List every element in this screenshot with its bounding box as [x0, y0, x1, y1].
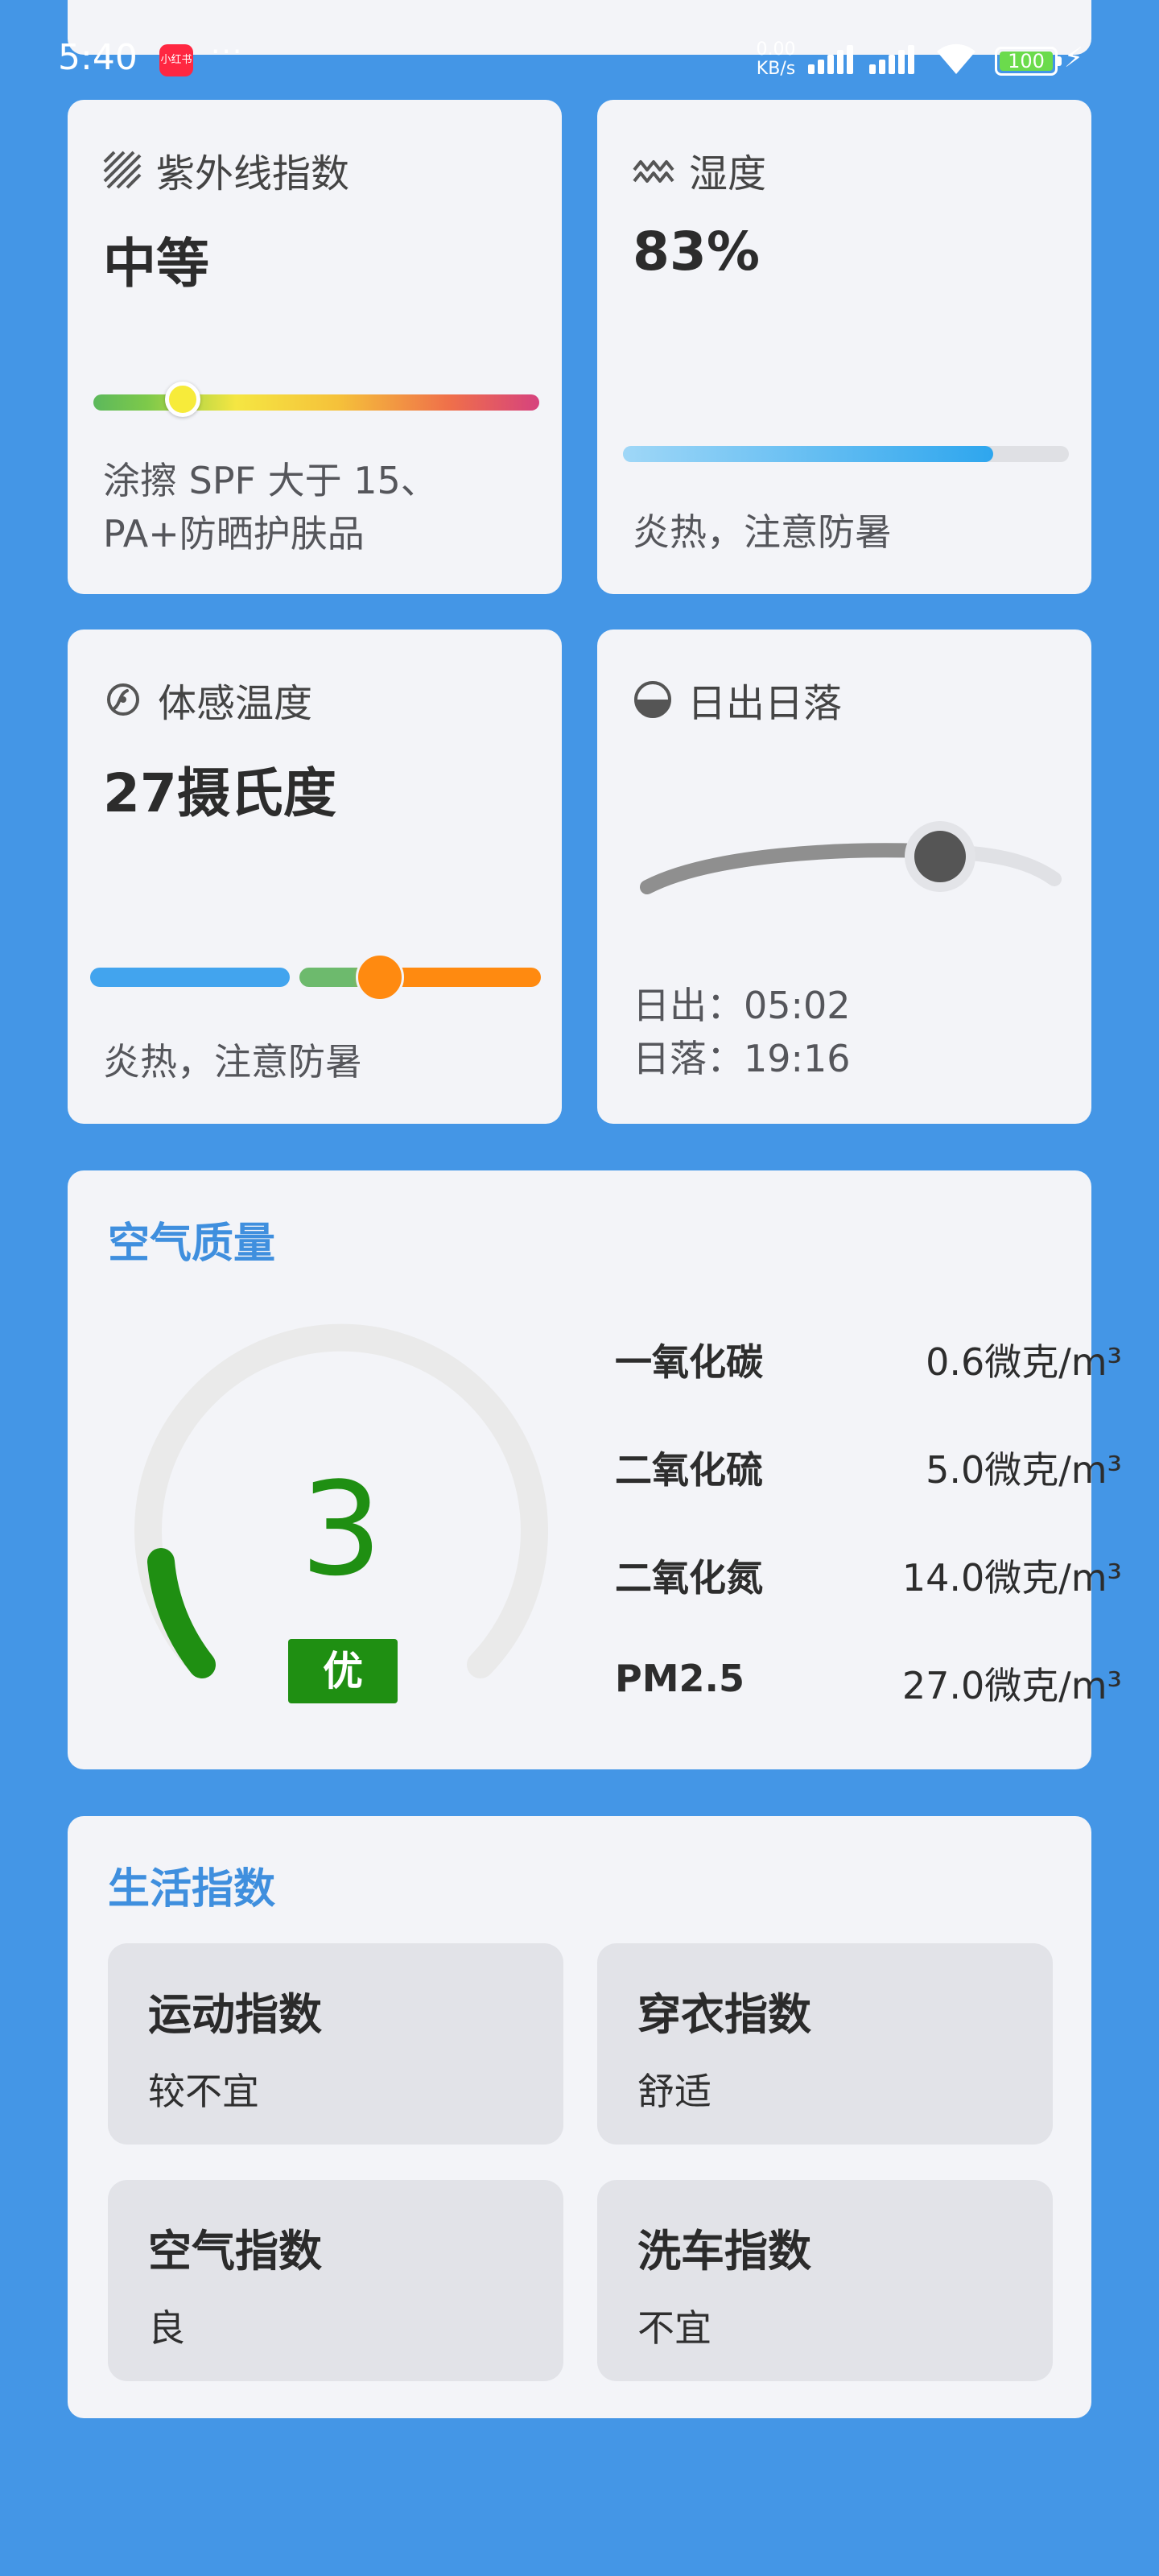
pollutant-name: 一氧化碳	[615, 1340, 763, 1384]
humidity-track	[623, 446, 1069, 462]
aqi-level-badge: 优	[288, 1639, 398, 1703]
battery-icon: 100	[995, 47, 1062, 76]
tile-value: 舒适	[637, 2070, 711, 2113]
life-index-tile-carwash[interactable]: 洗车指数 不宜	[597, 2180, 1053, 2381]
status-time: 5:40	[58, 37, 138, 78]
uv-index-card[interactable]: 紫外线指数 中等 涂擦 SPF 大于 15、 PA+防晒护肤品	[68, 100, 562, 594]
pollutant-row: PM2.5 27.0微克/m³	[615, 1657, 1122, 1707]
humidity-fill	[623, 446, 993, 462]
tile-value: 良	[148, 2306, 185, 2350]
tile-name: 空气指数	[148, 2226, 322, 2277]
feels-like-desc: 炎热，注意防暑	[103, 1040, 362, 1084]
signal-2-icon	[869, 45, 918, 74]
tile-name: 运动指数	[148, 1989, 322, 2040]
feels-like-cold-bar	[90, 968, 290, 987]
battery-level: 100	[1000, 52, 1053, 71]
hatch-icon	[103, 151, 142, 189]
pollutant-value: 5.0微克/m³	[926, 1448, 1122, 1492]
tile-name: 穿衣指数	[637, 1989, 811, 2040]
signal-1-icon	[808, 45, 856, 74]
humidity-title: 湿度	[633, 142, 766, 198]
pollutant-name: PM2.5	[615, 1657, 744, 1700]
feels-like-knob	[356, 953, 404, 1001]
tile-value: 不宜	[637, 2306, 711, 2350]
uv-value: 中等	[103, 233, 209, 295]
sun-arc	[640, 821, 1062, 894]
pollutant-value: 0.6微克/m³	[926, 1340, 1122, 1384]
air-quality-title: 空气质量	[108, 1220, 276, 1268]
pollutant-name: 二氧化硫	[615, 1448, 763, 1492]
air-quality-card[interactable]: 空气质量 3 优 一氧化碳 0.6微克/m³ 二氧化硫 5.0微克/m³ 二氧化…	[68, 1170, 1122, 1769]
wifi-icon	[937, 43, 975, 74]
app-notification-icon: 小红书	[159, 44, 193, 76]
network-speed-unit: KB/s	[756, 59, 796, 79]
life-index-tile-air[interactable]: 空气指数 良	[108, 2180, 563, 2381]
uv-desc-line1: 涂擦 SPF 大于 15、	[103, 459, 438, 502]
wave-icon	[633, 160, 674, 183]
humidity-value: 83%	[633, 221, 760, 283]
aqi-value: 3	[300, 1454, 382, 1604]
uv-title-text: 紫外线指数	[156, 151, 350, 196]
pollutant-row: 一氧化碳 0.6微克/m³	[615, 1333, 1122, 1384]
uv-level-knob	[164, 382, 200, 417]
pollutant-name: 二氧化氮	[615, 1556, 763, 1600]
humidity-desc: 炎热，注意防暑	[633, 510, 892, 554]
feels-like-card[interactable]: 体感温度 27摄氏度 炎热，注意防暑	[68, 630, 562, 1124]
sun-title: 日出日落	[633, 671, 842, 728]
life-index-card: 生活指数 运动指数 较不宜 穿衣指数 舒适 空气指数 良 洗车指数 不宜	[68, 1816, 1091, 2418]
sunrise-sunset-card[interactable]: 日出日落 日出：05:02 日落：19:16	[597, 630, 1091, 1124]
feels-like-warm-bar	[299, 968, 541, 987]
half-circle-icon	[634, 681, 671, 718]
feels-like-title-text: 体感温度	[158, 681, 313, 726]
charging-icon: ⚡	[1064, 42, 1083, 74]
thermo-icon	[107, 683, 139, 716]
pollutant-row: 二氧化氮 14.0微克/m³	[615, 1549, 1122, 1600]
life-index-title: 生活指数	[108, 1865, 276, 1913]
tile-value: 较不宜	[148, 2070, 259, 2113]
tile-name: 洗车指数	[637, 2226, 811, 2277]
pollutant-value: 14.0微克/m³	[901, 1556, 1122, 1600]
pollutant-value: 27.0微克/m³	[901, 1664, 1122, 1707]
sunrise-time: 日出：05:02	[633, 984, 851, 1027]
uv-title: 紫外线指数	[103, 142, 349, 198]
network-speed-value: 0.00	[756, 39, 796, 60]
uv-desc-line2: PA+防晒护肤品	[103, 512, 365, 555]
more-notifications-icon: ···	[211, 35, 244, 68]
sun-times: 日出：05:02 日落：19:16	[633, 979, 851, 1085]
uv-gradient-bar	[93, 394, 539, 411]
feels-like-title: 体感温度	[103, 671, 312, 728]
feels-like-value: 27摄氏度	[103, 762, 336, 824]
life-index-tile-dressing[interactable]: 穿衣指数 舒适	[597, 1943, 1053, 2145]
sun-title-text: 日出日落	[687, 681, 843, 726]
uv-desc: 涂擦 SPF 大于 15、 PA+防晒护肤品	[103, 454, 438, 560]
humidity-title-text: 湿度	[689, 151, 767, 196]
life-index-tile-sport[interactable]: 运动指数 较不宜	[108, 1943, 563, 2145]
humidity-card[interactable]: 湿度 83% 炎热，注意防暑	[597, 100, 1091, 594]
sunset-time: 日落：19:16	[633, 1037, 851, 1080]
network-speed: 0.00 KB/s	[752, 40, 800, 79]
pollutant-row: 二氧化硫 5.0微克/m³	[615, 1441, 1122, 1492]
